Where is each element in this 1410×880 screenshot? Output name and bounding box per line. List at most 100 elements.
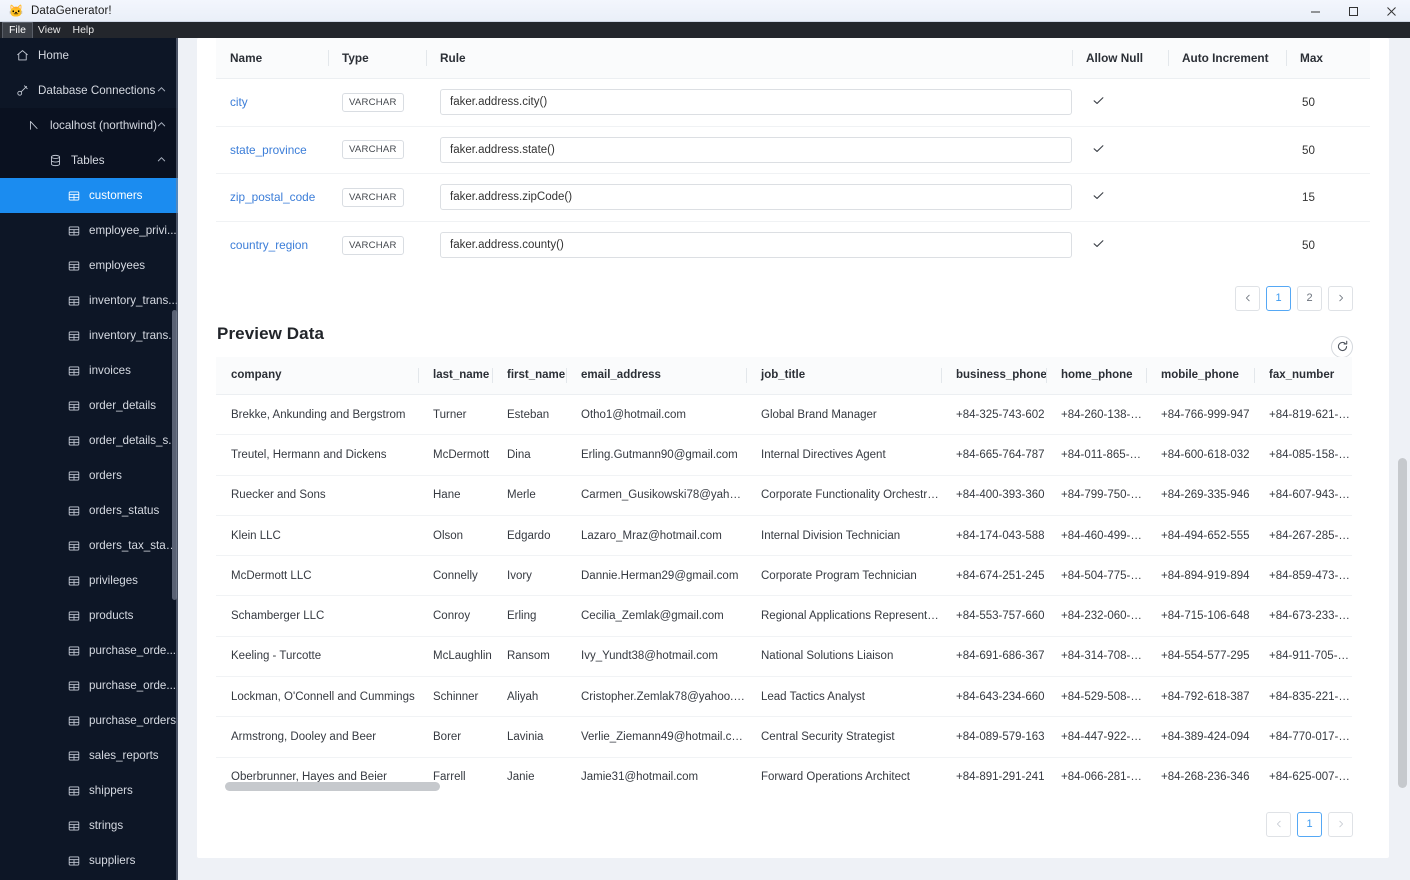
preview-cell-first-name: Erling <box>492 595 566 637</box>
sidebar-item-products[interactable]: products <box>0 598 178 633</box>
preview-horizontal-scrollbar[interactable] <box>216 781 1370 792</box>
field-name-link[interactable]: zip_postal_code <box>230 190 315 204</box>
schema-col-auto-increment: Auto Increment <box>1168 38 1286 79</box>
sidebar-item-employees[interactable]: employees <box>0 248 178 283</box>
sidebar-item-sales-reports[interactable]: sales_reports <box>0 738 178 773</box>
check-icon <box>1092 94 1105 110</box>
schema-type-cell: VARCHAR <box>328 221 426 269</box>
schema-allow-null-cell[interactable] <box>1072 173 1168 222</box>
field-name-link[interactable]: city <box>230 95 248 109</box>
schema-allow-null-cell[interactable] <box>1072 126 1168 174</box>
preview-cell-business-phone: +84-089-579-163 <box>941 716 1046 758</box>
menu-view[interactable]: View <box>32 23 67 38</box>
preview-cell-job-title: Internal Directives Agent <box>746 434 941 476</box>
sidebar-item-shippers[interactable]: shippers <box>0 773 178 808</box>
preview-horizontal-scrollbar-thumb[interactable] <box>225 781 440 791</box>
schema-next-page-button[interactable] <box>1328 285 1353 311</box>
sidebar-item-inventory-trans[interactable]: inventory_trans... <box>0 318 178 353</box>
rule-input[interactable] <box>440 232 1072 258</box>
preview-prev-page-button[interactable] <box>1266 811 1291 837</box>
sidebar: Home Database Connections localhost (north… <box>0 38 178 880</box>
sidebar-item-strings[interactable]: strings <box>0 808 178 843</box>
sidebar-item-purchase-orde[interactable]: purchase_orde... <box>0 633 178 668</box>
table-icon <box>66 435 81 447</box>
sidebar-item-employee-privi[interactable]: employee_privi... <box>0 213 178 248</box>
sidebar-item-localhost-northwind[interactable]: localhost (northwind) <box>0 108 178 143</box>
menu-file[interactable]: File <box>2 21 33 39</box>
main-vertical-scrollbar[interactable] <box>1397 38 1407 858</box>
table-icon <box>66 750 81 762</box>
preview-cell-job-title: Corporate Functionality Orchestrator <box>746 475 941 516</box>
preview-cell-company: Armstrong, Dooley and Beer <box>216 716 418 758</box>
maximize-icon[interactable] <box>1334 0 1372 22</box>
preview-cell-email-address: Lazaro_Mraz@hotmail.com <box>566 515 746 557</box>
sidebar-item-orders[interactable]: orders <box>0 458 178 493</box>
refresh-icon[interactable] <box>1331 335 1353 358</box>
chevron-up-icon[interactable] <box>157 155 166 166</box>
schema-field-name-cell: city <box>216 78 328 127</box>
table-row: Lockman, O'Connell and Cummings Schinner A… <box>216 676 1352 718</box>
preview-cell-fax-number: +84-859-473-772 <box>1254 555 1352 597</box>
preview-cell-company: Lockman, O'Connell and Cummings <box>216 676 418 718</box>
preview-page-button-1[interactable]: 1 <box>1297 811 1322 837</box>
sidebar-item-purchase-orde[interactable]: purchase_orde... <box>0 668 178 703</box>
rule-input[interactable] <box>440 89 1072 116</box>
preview-cell-home-phone: +84-460-499-337 <box>1046 515 1146 557</box>
schema-auto-increment-cell[interactable] <box>1168 78 1286 127</box>
chevron-up-icon[interactable] <box>157 120 166 131</box>
check-icon <box>1092 237 1105 253</box>
field-name-link[interactable]: country_region <box>230 238 308 252</box>
close-icon[interactable] <box>1372 0 1410 22</box>
sidebar-item-suppliers[interactable]: suppliers <box>0 843 178 878</box>
schema-page-button-1[interactable]: 1 <box>1266 285 1291 311</box>
preview-cell-job-title: Lead Tactics Analyst <box>746 676 941 718</box>
sidebar-item-home[interactable]: Home <box>0 38 178 73</box>
preview-header: Preview Data <box>216 324 1370 358</box>
sidebar-item-inventory-trans[interactable]: inventory_trans... <box>0 283 178 318</box>
main-vertical-scrollbar-thumb[interactable] <box>1398 458 1407 788</box>
sidebar-item-order-details[interactable]: order_details <box>0 388 178 423</box>
sidebar-item-invoices[interactable]: invoices <box>0 353 178 388</box>
preview-cell-business-phone: +84-665-764-787 <box>941 434 1046 476</box>
preview-cell-business-phone: +84-674-251-245 <box>941 555 1046 597</box>
rule-input[interactable] <box>440 136 1072 163</box>
schema-prev-page-button[interactable] <box>1235 285 1260 311</box>
preview-cell-fax-number: +84-673-233-143 <box>1254 595 1352 637</box>
schema-allow-null-cell[interactable] <box>1072 78 1168 127</box>
window-controls <box>1296 0 1410 22</box>
menu-help[interactable]: Help <box>67 23 101 38</box>
sidebar-item-tables[interactable]: Tables <box>0 143 178 178</box>
preview-next-page-button[interactable] <box>1328 811 1353 837</box>
preview-cell-first-name: Dina <box>492 434 566 476</box>
sidebar-item-purchase-orders[interactable]: purchase_orders <box>0 703 178 738</box>
menu-bar: File View Help <box>0 21 1410 39</box>
sidebar-item-customers[interactable]: customers <box>0 178 178 213</box>
rule-input[interactable] <box>440 184 1072 211</box>
schema-col-name: Name <box>216 38 328 79</box>
preview-cell-company: Keeling - Turcotte <box>216 636 418 678</box>
content-card: Name Type Rule Allow Null Auto Increment… <box>197 38 1389 858</box>
sidebar-item-orders-tax-stat[interactable]: orders_tax_stat... <box>0 528 178 563</box>
preview-cell-mobile-phone: +84-494-652-555 <box>1146 515 1254 557</box>
table-row: Keeling - Turcotte McLaughlin Ransom Ivy_Yu… <box>216 636 1352 678</box>
schema-auto-increment-cell[interactable] <box>1168 126 1286 174</box>
sidebar-item-privileges[interactable]: privileges <box>0 563 178 598</box>
schema-auto-increment-cell[interactable] <box>1168 173 1286 222</box>
schema-page-button-2[interactable]: 2 <box>1297 285 1322 311</box>
chevron-up-icon[interactable] <box>157 85 166 96</box>
preview-cell-last-name: Borer <box>418 716 492 758</box>
minimize-icon[interactable] <box>1296 0 1334 22</box>
plug-icon <box>15 84 30 97</box>
preview-col-last-name: last_name <box>418 356 492 395</box>
schema-rule-cell <box>426 173 1072 222</box>
schema-allow-null-cell[interactable] <box>1072 221 1168 269</box>
schema-auto-increment-cell[interactable] <box>1168 221 1286 269</box>
preview-cell-home-phone: +84-011-865-057 <box>1046 434 1146 476</box>
sidebar-item-label: employees <box>89 259 146 272</box>
sidebar-item-orders-status[interactable]: orders_status <box>0 493 178 528</box>
sidebar-item-database-connections[interactable]: Database Connections <box>0 73 178 108</box>
sidebar-item-order-details-s[interactable]: order_details_s... <box>0 423 178 458</box>
preview-col-job-title: job_title <box>746 356 941 395</box>
preview-cell-email-address: Cecilia_Zemlak@gmail.com <box>566 595 746 637</box>
field-name-link[interactable]: state_province <box>230 143 307 157</box>
